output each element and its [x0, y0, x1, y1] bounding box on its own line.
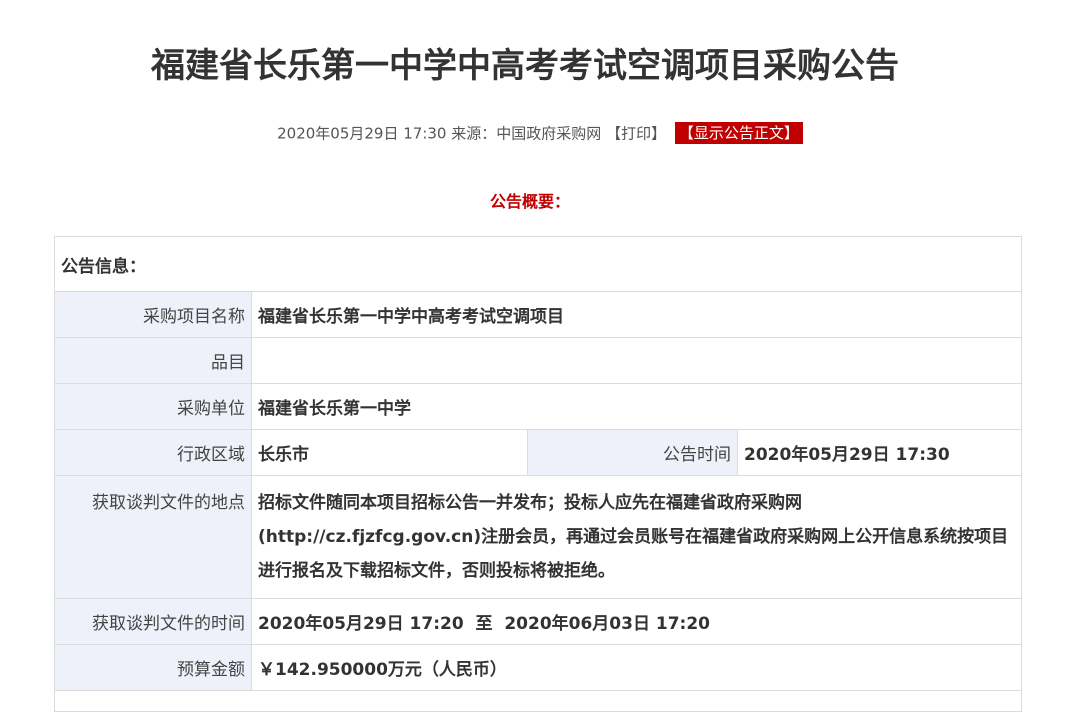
print-link[interactable]: 【打印】	[606, 125, 666, 143]
meta-line: 2020年05月29日 17:30 来源：中国政府采购网 【打印】 【显示公告正…	[0, 122, 1080, 144]
budget-label: 预算金额	[54, 644, 252, 691]
table-row: 预算金额 ￥142.950000万元（人民币）	[54, 644, 1022, 691]
table-row: 获取谈判文件的地点 招标文件随同本项目招标公告一并发布；投标人应先在福建省政府采…	[54, 475, 1022, 599]
table-cell	[54, 690, 1022, 712]
category-label: 品目	[54, 337, 252, 384]
table-row	[54, 690, 1022, 712]
table-row: 采购项目名称 福建省长乐第一中学中高考考试空调项目	[54, 291, 1022, 338]
announcement-info-table: 公告信息： 采购项目名称 福建省长乐第一中学中高考考试空调项目 品目 采购单位 …	[54, 236, 1022, 712]
table-header-row: 公告信息：	[54, 236, 1022, 292]
project-name-value: 福建省长乐第一中学中高考考试空调项目	[251, 291, 1022, 338]
category-value	[251, 337, 1022, 384]
doc-location-label: 获取谈判文件的地点	[54, 475, 252, 599]
summary-title: 公告概要：	[489, 192, 570, 211]
show-full-text-button[interactable]: 【显示公告正文】	[674, 122, 803, 144]
budget-value: ￥142.950000万元（人民币）	[251, 644, 1022, 691]
region-value: 长乐市	[251, 429, 528, 476]
region-label: 行政区域	[54, 429, 252, 476]
source-label: 来源：	[451, 124, 497, 143]
page-title: 福建省长乐第一中学中高考考试空调项目采购公告	[151, 46, 899, 86]
publish-datetime: 2020年05月29日 17:30	[277, 124, 447, 143]
table-row: 行政区域 长乐市 公告时间 2020年05月29日 17:30	[54, 429, 1022, 476]
doc-time-label: 获取谈判文件的时间	[54, 598, 252, 645]
announce-time-value: 2020年05月29日 17:30	[737, 429, 1022, 476]
announce-time-label: 公告时间	[527, 429, 738, 476]
doc-location-value: 招标文件随同本项目招标公告一并发布；投标人应先在福建省政府采购网(http://…	[251, 475, 1022, 599]
table-row: 采购单位 福建省长乐第一中学	[54, 383, 1022, 430]
purchaser-value: 福建省长乐第一中学	[251, 383, 1022, 430]
source-name: 中国政府采购网	[496, 124, 602, 143]
project-name-label: 采购项目名称	[54, 291, 252, 338]
table-header: 公告信息：	[54, 236, 1022, 292]
table-row: 品目	[54, 337, 1022, 384]
purchaser-label: 采购单位	[54, 383, 252, 430]
table-row: 获取谈判文件的时间 2020年05月29日 17:20 至 2020年06月03…	[54, 598, 1022, 645]
doc-time-value: 2020年05月29日 17:20 至 2020年06月03日 17:20	[251, 598, 1022, 645]
